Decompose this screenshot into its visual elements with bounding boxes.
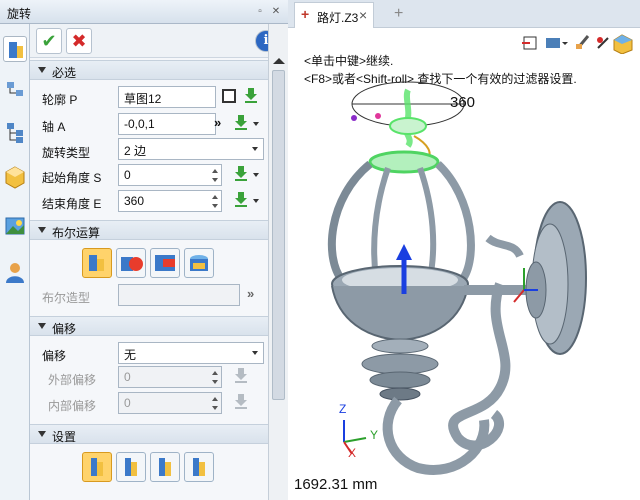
spin-up-icon[interactable] — [212, 371, 218, 375]
collapse-icon — [38, 67, 46, 73]
spin-up-icon[interactable] — [212, 169, 218, 173]
start-angle-label: 起始角度 S — [42, 171, 102, 185]
collapse-icon — [38, 227, 46, 233]
rotate-type-select[interactable]: 2 边 — [118, 138, 264, 160]
green-arrow-icon[interactable] — [234, 191, 248, 207]
spin-up-icon[interactable] — [212, 397, 218, 401]
spin-down-icon[interactable] — [212, 204, 218, 208]
offset-value: 无 — [124, 348, 137, 362]
spin-down-icon[interactable] — [212, 380, 218, 384]
green-arrow-icon[interactable] — [234, 165, 248, 181]
outer-offset-input[interactable]: 0 — [118, 366, 222, 388]
outer-offset-label: 外部偏移 — [48, 373, 97, 387]
setting-option-4-icon[interactable] — [184, 452, 214, 482]
disabled-arrow-icon — [235, 394, 247, 409]
cancel-button[interactable]: ✖ — [66, 28, 92, 54]
disabled-arrow-icon — [235, 368, 247, 383]
setting-option-1-icon[interactable] — [82, 452, 112, 482]
dropdown-arrow-icon[interactable] — [253, 199, 259, 203]
rotate-type-label: 旋转类型 — [42, 146, 91, 160]
section-title: 布尔运算 — [52, 226, 101, 240]
revolve-tool-icon[interactable] — [3, 36, 27, 62]
offset-select[interactable]: 无 — [118, 342, 264, 364]
boolean-intersect-icon[interactable] — [184, 248, 214, 278]
3d-viewport[interactable]: <单击中键>继续. <F8>或者<Shift-roll> 查找下一个有效的过滤器… — [288, 28, 640, 500]
assembly-tree-icon[interactable] — [3, 120, 27, 146]
section-title: 设置 — [52, 430, 77, 444]
view-manager-icon[interactable] — [3, 214, 27, 240]
end-angle-label: 结束角度 E — [42, 197, 102, 211]
inner-offset-input[interactable]: 0 — [118, 392, 222, 414]
section-settings[interactable]: 设置 — [30, 424, 268, 444]
axis-y-label: Y — [370, 428, 379, 442]
action-bar: ✔ ✖ i — [30, 24, 277, 58]
boolean-base-icon[interactable] — [82, 248, 112, 278]
pin-icon: + — [301, 6, 310, 22]
boolean-subtract-icon[interactable] — [150, 248, 180, 278]
axis-field[interactable]: -0,0,1 — [118, 113, 216, 135]
profile-label: 轮廓 P — [42, 93, 78, 107]
double-chevron-icon[interactable]: » — [247, 286, 254, 301]
close-icon[interactable]: ✕ — [270, 6, 282, 18]
axis-x-label: X — [348, 446, 357, 460]
end-angle-input[interactable]: 360 — [118, 190, 222, 212]
rotate-type-value: 2 边 — [124, 144, 147, 158]
scroll-thumb[interactable] — [272, 70, 285, 400]
start-angle-value: 0 — [124, 168, 131, 182]
spin-down-icon[interactable] — [212, 178, 218, 182]
chevron-down-icon — [252, 147, 258, 151]
end-angle-value: 360 — [124, 194, 145, 208]
green-arrow-icon[interactable] — [244, 87, 258, 103]
spin-down-icon[interactable] — [212, 406, 218, 410]
collapse-icon — [38, 431, 46, 437]
user-icon[interactable] — [3, 260, 27, 286]
section-title: 偏移 — [52, 322, 77, 336]
command-titlebar: 旋转 ▫ ✕ — [0, 0, 288, 24]
part-cube-icon[interactable] — [3, 164, 27, 190]
axis-z-label: Z — [339, 402, 347, 416]
boolean-shape-label: 布尔造型 — [42, 291, 91, 305]
revolve-command-panel: ✔ ✖ i 必选 轮廓 P 草图12 轴 A -0,0,1 » 旋转类型 2 边… — [30, 24, 277, 500]
select-entity-icon[interactable] — [222, 89, 236, 103]
dropdown-arrow-icon[interactable] — [253, 173, 259, 177]
history-tree-icon[interactable] — [3, 78, 27, 104]
tab-close-icon[interactable]: × — [359, 7, 367, 23]
axis-label: 轴 A — [42, 120, 66, 134]
tab-label: 路灯.Z3 — [317, 11, 359, 25]
profile-field[interactable]: 草图12 — [118, 86, 216, 108]
new-tab-icon[interactable]: + — [394, 5, 403, 23]
chevron-down-icon — [252, 351, 258, 355]
distance-readout: 1692.31 mm — [294, 476, 378, 493]
inner-offset-label: 内部偏移 — [48, 399, 97, 413]
tab-document[interactable]: + 路灯.Z3 × — [294, 2, 374, 28]
boolean-add-icon[interactable] — [116, 248, 146, 278]
float-icon[interactable]: ▫ — [254, 6, 266, 18]
boolean-shape-field[interactable] — [118, 284, 240, 306]
collapse-icon — [38, 323, 46, 329]
confirm-button[interactable]: ✔ — [36, 28, 62, 54]
inner-offset-value: 0 — [124, 396, 131, 410]
setting-option-3-icon[interactable] — [150, 452, 180, 482]
offset-label: 偏移 — [42, 349, 67, 363]
start-angle-input[interactable]: 0 — [118, 164, 222, 186]
panel-scrollbar[interactable] — [268, 24, 288, 500]
command-title: 旋转 — [7, 7, 32, 21]
section-required[interactable]: 必选 — [30, 60, 268, 80]
green-arrow-icon[interactable] — [234, 114, 248, 130]
section-offset[interactable]: 偏移 — [30, 316, 268, 336]
section-title: 必选 — [52, 66, 77, 80]
dropdown-arrow-icon[interactable] — [253, 122, 259, 126]
document-tabs: + 路灯.Z3 × + — [288, 0, 640, 28]
section-boolean[interactable]: 布尔运算 — [30, 220, 268, 240]
spin-up-icon[interactable] — [212, 195, 218, 199]
double-chevron-icon[interactable]: » — [214, 115, 221, 130]
outer-offset-value: 0 — [124, 370, 131, 384]
left-toolbar — [0, 24, 30, 500]
setting-option-2-icon[interactable] — [116, 452, 146, 482]
angle-readout: 360 — [450, 94, 476, 111]
scroll-up-icon[interactable] — [273, 58, 285, 64]
